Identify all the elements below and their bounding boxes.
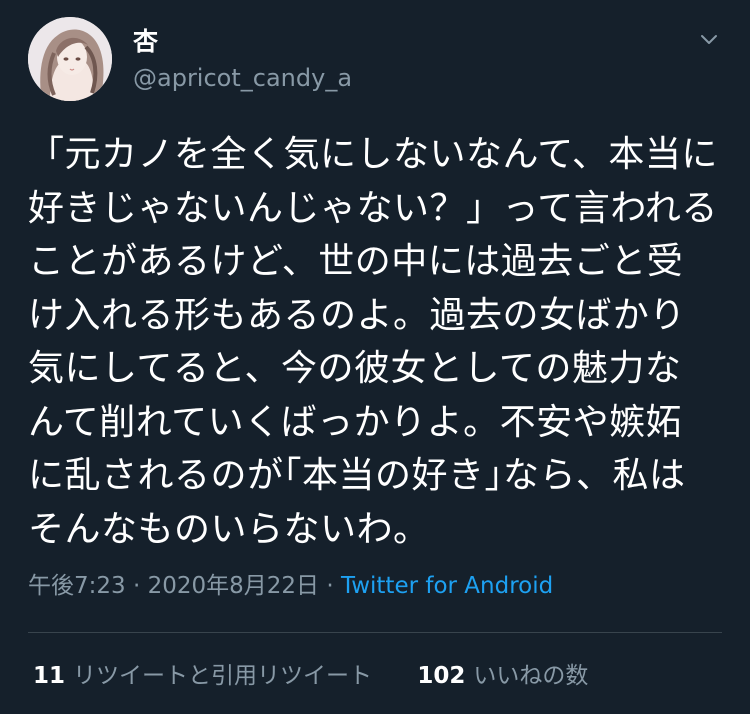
tweet-text-line: け入れる形もあるのよ。過去の女ばかり: [28, 294, 686, 336]
tweet-text-line: んて削れていくばっかりよ。不安や嫉妬: [28, 401, 683, 443]
tweet-text-line: 好きじゃないんじゃない？」って言われる: [28, 187, 718, 229]
tweet-stats: 11 リツイートと引用リツイート 102 いいねの数: [33, 661, 588, 691]
avatar-illustration: [28, 17, 112, 101]
tweet-text-line: ことがあるけど、世の中には過去ごと受: [28, 241, 684, 282]
tweet-detail: 杏 @apricot_candy_a 「元カノを全く気にしないなんて、本当に 好…: [0, 0, 750, 714]
likes-label: いいねの数: [473, 663, 589, 689]
display-name[interactable]: 杏: [133, 27, 158, 57]
divider: [28, 632, 722, 633]
likes-stat[interactable]: 102 いいねの数: [417, 661, 588, 691]
tweet-text-line: 「元カノを全く気にしないなんて、本当に: [28, 134, 718, 175]
meta-separator: ·: [125, 573, 148, 599]
tweet-text-line: そんなものいらないわ。: [28, 508, 430, 550]
retweets-count: 11: [33, 663, 66, 689]
tweet-text: 「元カノを全く気にしないなんて、本当に 好きじゃないんじゃない？」って言われる …: [28, 128, 728, 556]
retweets-stat[interactable]: 11 リツイートと引用リツイート: [33, 661, 372, 691]
tweet-date[interactable]: 2020年8月22日: [148, 573, 319, 599]
tweet-time[interactable]: 午後7:23: [28, 573, 126, 599]
tweet-text-line: に乱されるのが｢本当の好き｣なら、私は: [28, 455, 686, 496]
tweet-source-link[interactable]: Twitter for Android: [341, 573, 553, 599]
likes-count: 102: [417, 663, 466, 689]
avatar[interactable]: [28, 17, 112, 101]
meta-separator: ·: [319, 573, 341, 599]
retweets-label: リツイートと引用リツイート: [73, 663, 373, 689]
username[interactable]: @apricot_candy_a: [133, 63, 352, 93]
tweet-text-line: 気にしてると、今の彼女としての魅力な: [28, 348, 682, 389]
tweet-meta: 午後7:23 · 2020年8月22日 · Twitter for Androi…: [28, 571, 553, 601]
chevron-down-icon[interactable]: [694, 24, 724, 54]
